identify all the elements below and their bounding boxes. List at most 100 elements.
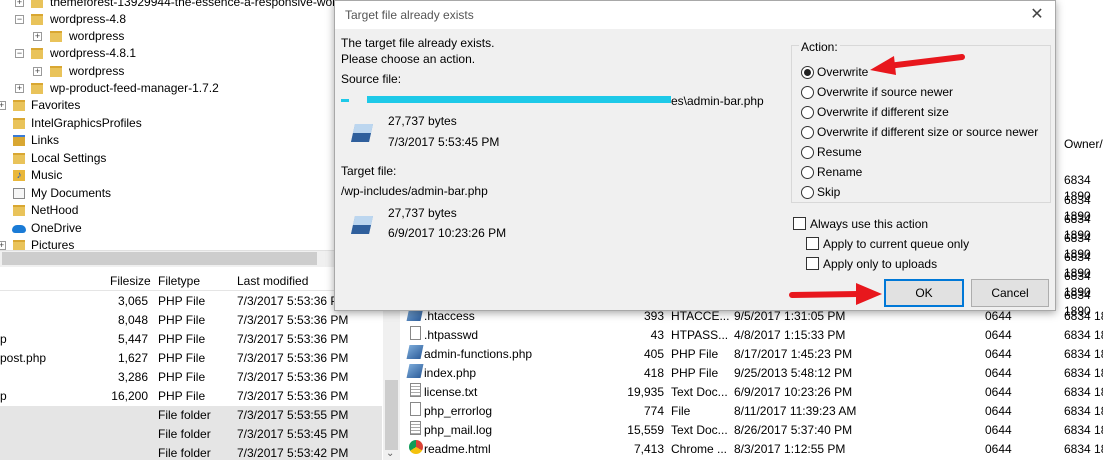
- tree-item-label: OneDrive: [31, 221, 82, 235]
- skip-radio[interactable]: [801, 186, 814, 199]
- table-row-selected[interactable]: File folder 7/3/2017 5:53:45 PM: [0, 425, 382, 444]
- table-row[interactable]: .htpasswd 43 HTPASS... 4/8/2017 1:15:33 …: [405, 326, 1103, 345]
- resume-label[interactable]: Resume: [817, 144, 862, 160]
- file-name: readme.html: [424, 442, 491, 456]
- table-row[interactable]: php_mail.log 15,559 Text Doc... 8/26/201…: [405, 421, 1103, 440]
- folder-icon: [50, 66, 62, 77]
- file-type: PHP File: [158, 313, 206, 327]
- file-type: Text Doc...: [671, 385, 728, 399]
- file-name: license.txt: [424, 385, 478, 399]
- file-owner: 6834 1890: [1064, 347, 1103, 361]
- table-row[interactable]: 8,048 PHP File 7/3/2017 5:53:36 PM: [0, 311, 382, 330]
- table-row[interactable]: 3,286 PHP File 7/3/2017 5:53:36 PM: [0, 368, 382, 387]
- skip-label[interactable]: Skip: [817, 184, 840, 200]
- column-header-filetype[interactable]: Filetype: [158, 272, 200, 290]
- collapse-icon[interactable]: −: [15, 15, 24, 24]
- file-owner: 6834 1890: [1064, 442, 1103, 456]
- file-owner: 6834 1890: [1064, 385, 1103, 399]
- apply-uploads-checkbox[interactable]: [806, 257, 819, 270]
- overwrite-radio[interactable]: [801, 66, 814, 79]
- tree-item-label: wp-product-feed-manager-1.7.2: [50, 81, 219, 95]
- file-modified: 7/3/2017 5:53:36 PM: [237, 351, 349, 365]
- red-arrow-annotation: [870, 54, 965, 75]
- overwrite-if-different-size-radio[interactable]: [801, 106, 814, 119]
- overwrite-if-newer-label[interactable]: Overwrite if source newer: [817, 84, 953, 100]
- file-modified: 7/3/2017 5:53:36 PM: [237, 313, 349, 327]
- column-header-owner-group[interactable]: Owner/G...: [1064, 136, 1103, 152]
- ok-button[interactable]: OK: [884, 279, 964, 307]
- file-modified: 7/3/2017 5:53:36 PM: [237, 389, 349, 403]
- scroll-down-icon[interactable]: ⌄: [386, 448, 394, 459]
- tree-item-label: My Documents: [31, 186, 112, 200]
- table-row-selected[interactable]: File folder 7/3/2017 5:53:55 PM: [0, 406, 382, 425]
- folder-icon: [31, 14, 43, 25]
- source-size: 27,737 bytes: [388, 114, 457, 128]
- overwrite-if-newer-radio[interactable]: [801, 86, 814, 99]
- overwrite-if-different-size-label[interactable]: Overwrite if different size: [817, 104, 949, 120]
- file-size: 418: [643, 366, 664, 380]
- apply-current-queue-checkbox[interactable]: [806, 237, 819, 250]
- file-permissions: 0644: [985, 366, 1012, 380]
- table-row-selected[interactable]: File folder 7/3/2017 5:53:42 PM: [0, 444, 382, 460]
- blank-file-icon: [410, 402, 421, 416]
- file-size: 16,200: [111, 389, 148, 403]
- target-file-label: Target file:: [341, 164, 397, 178]
- rename-radio[interactable]: [801, 166, 814, 179]
- file-size: 43: [650, 328, 664, 342]
- apply-uploads-label[interactable]: Apply only to uploads: [823, 256, 937, 272]
- table-row[interactable]: readme.html 7,413 Chrome ... 8/3/2017 1:…: [405, 440, 1103, 459]
- expand-icon[interactable]: +: [0, 101, 6, 110]
- table-row[interactable]: p 5,447 PHP File 7/3/2017 5:53:36 PM: [0, 330, 382, 349]
- file-type: Text Doc...: [671, 423, 728, 437]
- file-size: 3,286: [117, 370, 148, 384]
- overwrite-if-different-or-newer-label[interactable]: Overwrite if different size or source ne…: [817, 124, 1038, 140]
- tree-item-label: Local Settings: [31, 151, 107, 165]
- collapse-icon[interactable]: −: [15, 49, 24, 58]
- file-owner: 6834 1890: [1064, 309, 1103, 323]
- highlight-mark: [367, 96, 671, 103]
- overwrite-label[interactable]: Overwrite: [817, 64, 868, 80]
- cancel-button[interactable]: Cancel: [971, 279, 1049, 307]
- message-line: The target file already exists.: [341, 36, 495, 50]
- overwrite-if-different-or-newer-radio[interactable]: [801, 126, 814, 139]
- tree-scrollbar-thumb[interactable]: [2, 252, 317, 265]
- tree-item-label: Music: [31, 168, 63, 182]
- table-row[interactable]: post.php 1,627 PHP File 7/3/2017 5:53:36…: [0, 349, 382, 368]
- column-header-filesize[interactable]: Filesize: [110, 272, 151, 290]
- expand-icon[interactable]: +: [15, 84, 24, 93]
- file-type: File: [671, 404, 691, 418]
- file-size: 8,048: [117, 313, 148, 327]
- file-type: HTPASS...: [671, 328, 729, 342]
- file-size: 7,413: [633, 442, 664, 456]
- file-permissions: 0644: [985, 328, 1012, 342]
- table-row[interactable]: p 16,200 PHP File 7/3/2017 5:53:36 PM: [0, 387, 382, 406]
- file-modified: 7/3/2017 5:53:55 PM: [237, 408, 349, 422]
- rename-label[interactable]: Rename: [817, 164, 862, 180]
- expand-icon[interactable]: +: [33, 67, 42, 76]
- file-name: index.php: [424, 366, 477, 380]
- resume-radio[interactable]: [801, 146, 814, 159]
- local-list-scrollbar-thumb[interactable]: [385, 380, 398, 450]
- table-row[interactable]: admin-functions.php 405 PHP File 8/17/20…: [405, 345, 1103, 364]
- highlight-mark: [341, 99, 349, 102]
- always-use-action-label[interactable]: Always use this action: [810, 216, 928, 232]
- table-row[interactable]: index.php 418 PHP File 9/25/2013 5:48:12…: [405, 364, 1103, 383]
- table-row[interactable]: php_errorlog 774 File 8/11/2017 11:39:23…: [405, 402, 1103, 421]
- apply-current-queue-label[interactable]: Apply to current queue only: [823, 236, 969, 252]
- file-modified: 4/8/2017 1:15:33 PM: [734, 328, 846, 342]
- tree-item[interactable]: + themeforest-13929944-the-essence-a-res…: [0, 0, 334, 11]
- folder-icon: [31, 48, 43, 59]
- expand-icon[interactable]: +: [15, 0, 24, 7]
- expand-icon[interactable]: +: [33, 32, 42, 41]
- column-header-last-modified[interactable]: Last modified: [237, 272, 308, 290]
- always-use-action-checkbox[interactable]: [793, 217, 806, 230]
- table-row[interactable]: license.txt 19,935 Text Doc... 6/9/2017 …: [405, 383, 1103, 402]
- text-file-icon: [410, 421, 421, 435]
- expand-icon[interactable]: +: [0, 241, 6, 250]
- table-row[interactable]: 3,065 PHP File 7/3/2017 5:53:36 PM: [0, 292, 382, 311]
- file-size: 405: [643, 347, 664, 361]
- close-icon[interactable]: ✕: [1027, 5, 1047, 25]
- file-type: Chrome ...: [671, 442, 728, 456]
- tree-item-label: wordpress: [69, 64, 125, 78]
- text-file-icon: [410, 383, 421, 397]
